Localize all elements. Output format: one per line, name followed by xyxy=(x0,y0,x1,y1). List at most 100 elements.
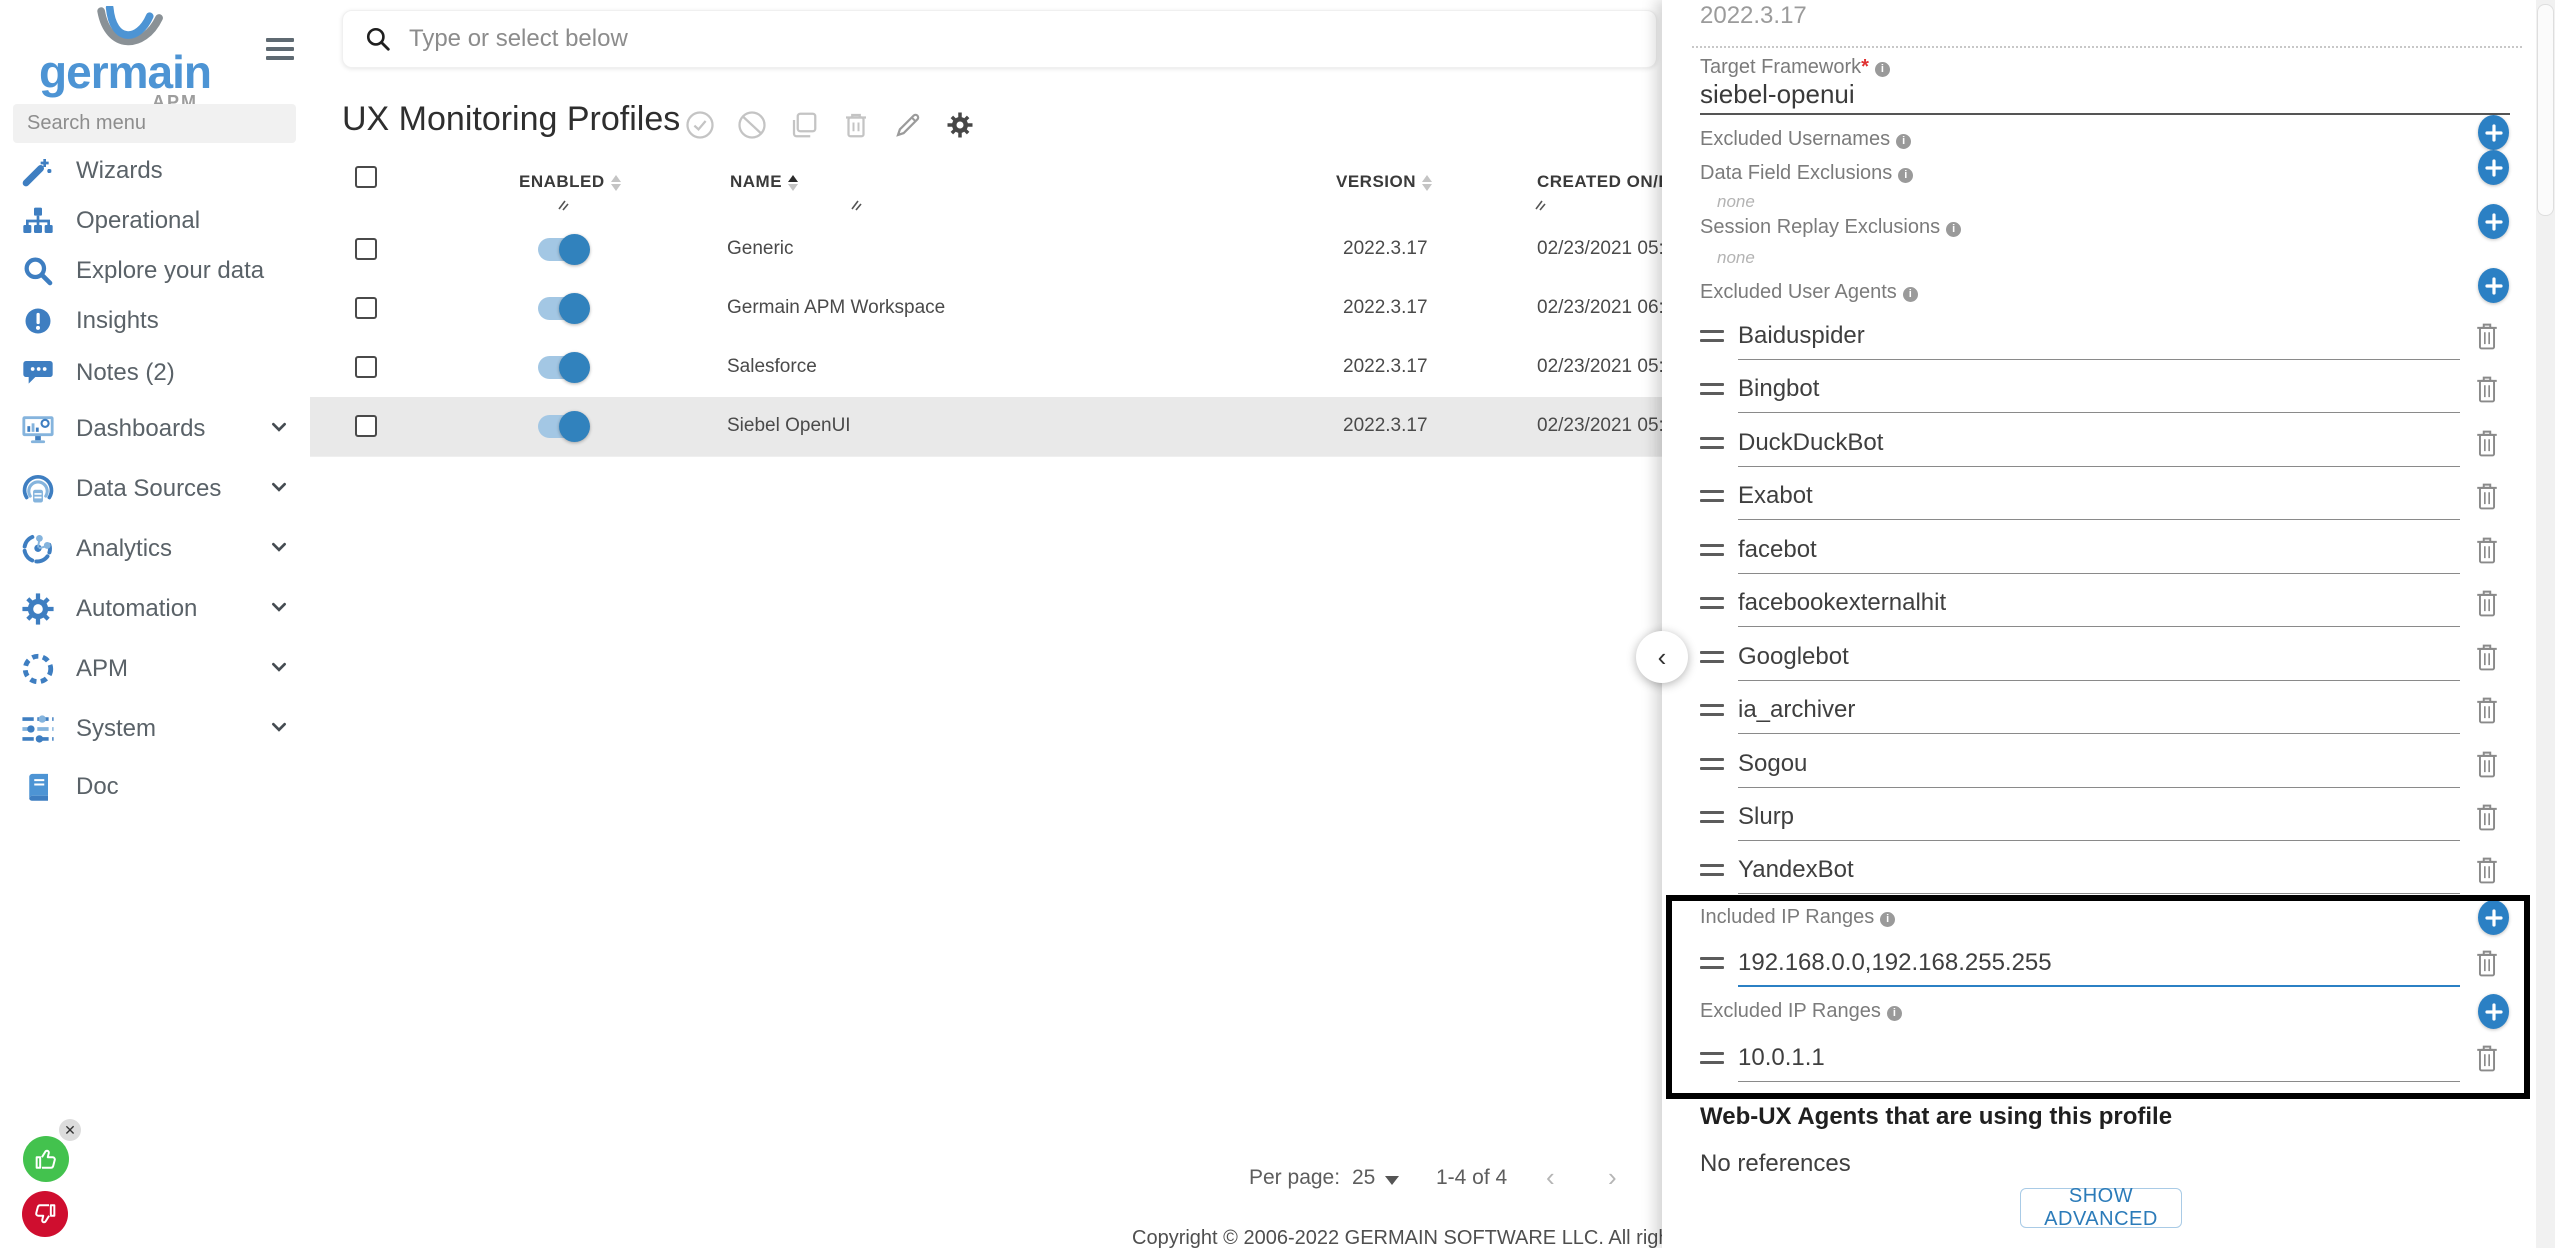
panel-scrollbar[interactable] xyxy=(2536,0,2555,1248)
drag-handle-icon[interactable] xyxy=(1700,383,1724,401)
next-page-button[interactable]: › xyxy=(1608,1162,1617,1193)
row-checkbox[interactable] xyxy=(355,356,377,378)
prev-page-button[interactable]: ‹ xyxy=(1546,1162,1555,1193)
info-icon[interactable]: i xyxy=(1875,62,1890,77)
delete-icon[interactable] xyxy=(2474,321,2500,351)
drag-handle-icon[interactable] xyxy=(1700,957,1724,975)
info-icon[interactable]: i xyxy=(1946,222,1961,237)
enabled-toggle[interactable] xyxy=(538,293,590,324)
drag-handle-icon[interactable] xyxy=(1700,490,1724,508)
sidebar-item-insights[interactable]: Insights xyxy=(0,296,310,346)
info-icon[interactable]: i xyxy=(1898,168,1913,183)
delete-icon[interactable] xyxy=(2474,588,2500,618)
sidebar-item-automation[interactable]: Automation xyxy=(0,579,310,639)
table-row[interactable]: Salesforce 2022.3.17 02/23/2021 05:55: xyxy=(310,338,1662,398)
settings-icon[interactable] xyxy=(945,110,975,140)
included-ip-range-field[interactable]: 192.168.0.0,192.168.255.255 xyxy=(1738,936,2052,990)
sidebar-item-data-sources[interactable]: Data Sources xyxy=(0,459,310,519)
enabled-toggle[interactable] xyxy=(538,234,590,265)
row-checkbox[interactable] xyxy=(355,238,377,260)
column-resize-handle[interactable] xyxy=(847,196,862,211)
delete-icon[interactable] xyxy=(2474,695,2500,725)
delete-icon[interactable] xyxy=(2474,855,2500,885)
duplicate-icon[interactable] xyxy=(789,110,819,140)
user-agent-field[interactable]: Baiduspider xyxy=(1738,309,1865,363)
sidebar-item-dashboards[interactable]: Dashboards xyxy=(0,399,310,459)
user-agent-field[interactable]: ia_archiver xyxy=(1738,683,1855,737)
enable-icon[interactable] xyxy=(685,110,715,140)
delete-icon[interactable] xyxy=(2474,374,2500,404)
sidebar-item-wizards[interactable]: Wizards xyxy=(0,146,310,196)
sidebar-item-notes[interactable]: Notes (2) xyxy=(0,346,310,399)
select-all-checkbox[interactable] xyxy=(355,166,377,188)
delete-icon[interactable] xyxy=(841,110,871,140)
drag-handle-icon[interactable] xyxy=(1700,1052,1724,1070)
user-agent-field[interactable]: DuckDuckBot xyxy=(1738,416,1883,470)
add-included-ip-range-button[interactable] xyxy=(2478,900,2509,935)
user-agent-field[interactable]: Googlebot xyxy=(1738,630,1849,684)
add-excluded-username-button[interactable] xyxy=(2478,115,2509,150)
profile-search-input[interactable] xyxy=(407,24,1656,54)
delete-icon[interactable] xyxy=(2474,535,2500,565)
sidebar-item-system[interactable]: System xyxy=(0,699,310,759)
delete-icon[interactable] xyxy=(2474,802,2500,832)
column-header-version[interactable]: VERSION xyxy=(1336,172,1432,193)
show-advanced-button[interactable]: SHOW ADVANCED xyxy=(2020,1188,2182,1228)
delete-icon[interactable] xyxy=(2474,481,2500,511)
drag-handle-icon[interactable] xyxy=(1700,544,1724,562)
disable-icon[interactable] xyxy=(737,110,767,140)
add-session-replay-exclusion-button[interactable] xyxy=(2478,204,2509,239)
sidebar-item-apm[interactable]: APM xyxy=(0,639,310,699)
per-page-select[interactable]: 25 xyxy=(1352,1166,1399,1190)
scrollbar-thumb[interactable] xyxy=(2537,4,2554,216)
sidebar-item-doc[interactable]: Doc xyxy=(0,759,310,814)
delete-icon[interactable] xyxy=(2474,1043,2500,1073)
hamburger-icon[interactable] xyxy=(266,38,294,60)
delete-icon[interactable] xyxy=(2474,749,2500,779)
edit-icon[interactable] xyxy=(893,110,923,140)
info-icon[interactable]: i xyxy=(1896,134,1911,149)
drag-handle-icon[interactable] xyxy=(1700,811,1724,829)
drag-handle-icon[interactable] xyxy=(1700,330,1724,348)
panel-collapse-button[interactable]: ‹ xyxy=(1636,631,1688,683)
sidebar-item-operational[interactable]: Operational xyxy=(0,196,310,246)
drag-handle-icon[interactable] xyxy=(1700,704,1724,722)
info-icon[interactable]: i xyxy=(1903,287,1918,302)
enabled-toggle[interactable] xyxy=(538,411,590,442)
user-agent-field[interactable]: YandexBot xyxy=(1738,843,1854,897)
user-agent-field[interactable]: Slurp xyxy=(1738,790,1794,844)
drag-handle-icon[interactable] xyxy=(1700,651,1724,669)
close-icon[interactable]: ✕ xyxy=(59,1119,81,1141)
delete-icon[interactable] xyxy=(2474,428,2500,458)
drag-handle-icon[interactable] xyxy=(1700,864,1724,882)
thumbs-up-button[interactable] xyxy=(23,1136,69,1182)
table-row[interactable]: Germain APM Workspace 2022.3.17 02/23/20… xyxy=(310,279,1662,339)
add-excluded-user-agent-button[interactable] xyxy=(2478,268,2509,303)
user-agent-field[interactable]: facebookexternalhit xyxy=(1738,576,1946,630)
add-excluded-ip-range-button[interactable] xyxy=(2478,994,2509,1029)
column-resize-handle[interactable] xyxy=(554,196,569,211)
drag-handle-icon[interactable] xyxy=(1700,597,1724,615)
enabled-toggle[interactable] xyxy=(538,352,590,383)
sidebar-item-explore[interactable]: Explore your data xyxy=(0,246,310,296)
drag-handle-icon[interactable] xyxy=(1700,437,1724,455)
table-row[interactable]: Generic 2022.3.17 02/23/2021 05:26: xyxy=(310,220,1662,280)
thumbs-down-button[interactable] xyxy=(22,1191,68,1237)
profile-search-bar[interactable] xyxy=(342,10,1657,68)
column-resize-handle[interactable] xyxy=(1531,196,1546,211)
table-row-selected[interactable]: Siebel OpenUI 2022.3.17 02/23/2021 05:53… xyxy=(310,397,1662,457)
user-agent-field[interactable]: Exabot xyxy=(1738,469,1813,523)
target-framework-field[interactable]: siebel-openui xyxy=(1700,79,1855,110)
user-agent-field[interactable]: Sogou xyxy=(1738,737,1807,791)
row-checkbox[interactable] xyxy=(355,297,377,319)
add-data-field-exclusion-button[interactable] xyxy=(2478,150,2509,185)
info-icon[interactable]: i xyxy=(1880,912,1895,927)
column-header-name[interactable]: NAME xyxy=(730,172,798,193)
user-agent-field[interactable]: Bingbot xyxy=(1738,362,1819,416)
drag-handle-icon[interactable] xyxy=(1700,758,1724,776)
column-header-created[interactable]: CREATED ON/BY xyxy=(1537,172,1662,193)
user-agent-field[interactable]: facebot xyxy=(1738,523,1817,577)
row-checkbox[interactable] xyxy=(355,415,377,437)
delete-icon[interactable] xyxy=(2474,642,2500,672)
excluded-ip-range-field[interactable]: 10.0.1.1 xyxy=(1738,1031,1825,1085)
